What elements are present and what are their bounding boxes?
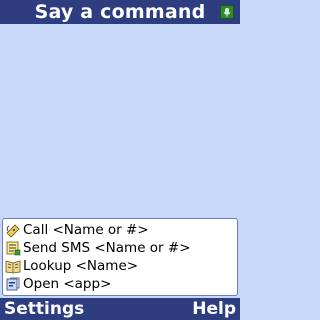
settings-softkey[interactable]: Settings <box>4 299 84 319</box>
open-app-icon <box>6 277 20 291</box>
command-open-app[interactable]: Open <app> <box>3 275 237 293</box>
command-label: Call <Name or #> <box>23 222 149 238</box>
content-area <box>0 24 240 218</box>
command-call[interactable]: Call <Name or #> <box>3 221 237 239</box>
command-label: Lookup <Name> <box>23 258 139 274</box>
title-bar: Say a command <box>0 0 240 24</box>
page-title: Say a command <box>34 1 206 23</box>
command-label: Open <app> <box>23 276 112 292</box>
command-label: Send SMS <Name or #> <box>23 240 191 256</box>
sms-icon <box>6 241 21 256</box>
call-icon <box>6 224 20 238</box>
command-send-sms[interactable]: Send SMS <Name or #> <box>3 239 237 257</box>
speech-recognition-icon <box>220 5 234 19</box>
softkey-bar: Settings Help <box>0 298 240 320</box>
lookup-icon <box>5 260 21 274</box>
command-list: Call <Name or #> Send SMS <Name or #> Lo… <box>2 218 238 296</box>
command-lookup[interactable]: Lookup <Name> <box>3 257 237 275</box>
help-softkey[interactable]: Help <box>192 299 236 319</box>
